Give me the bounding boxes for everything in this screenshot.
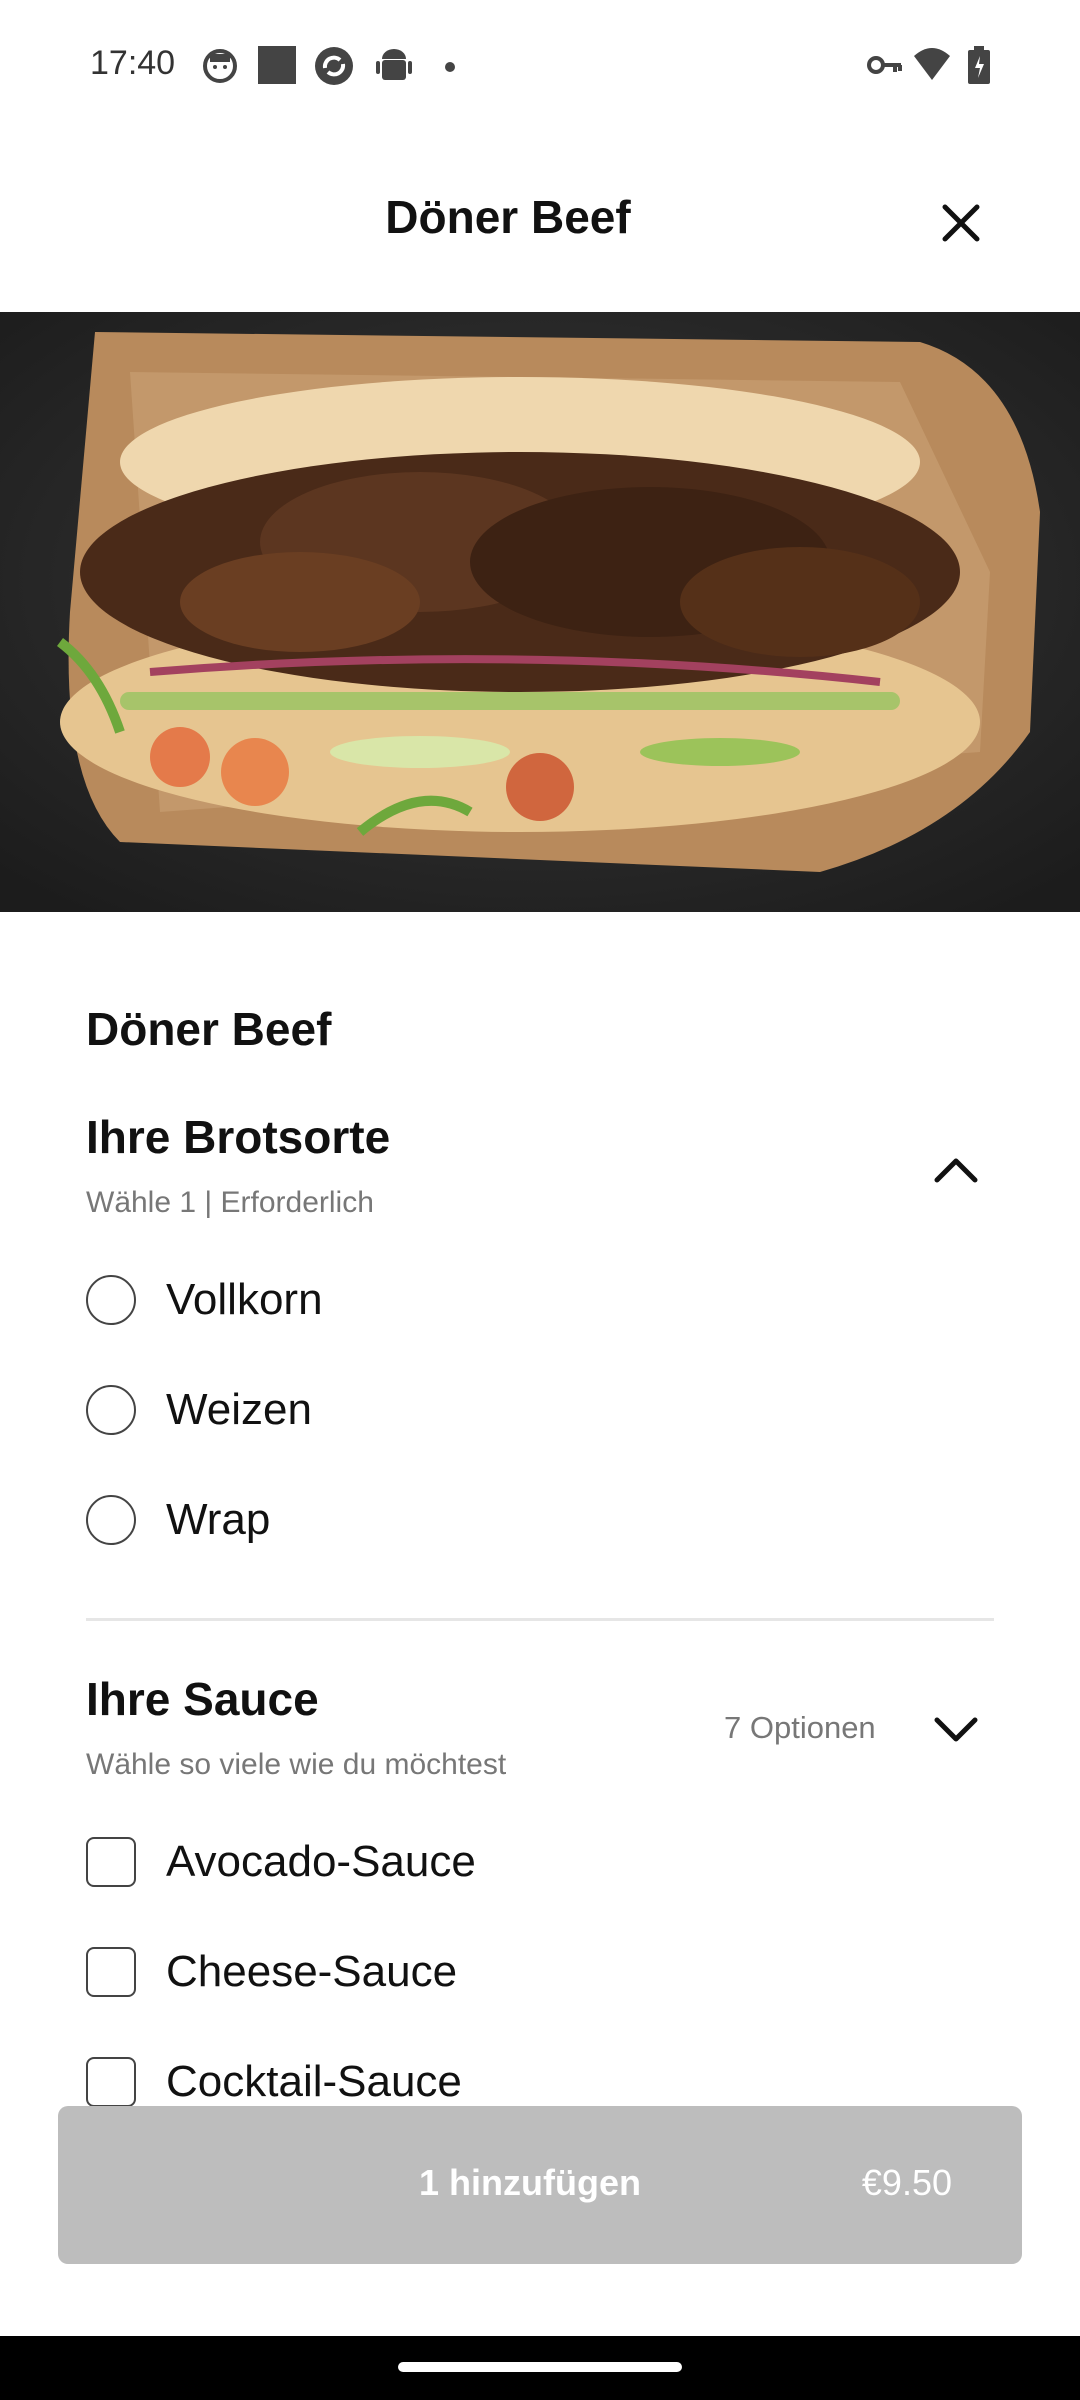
close-button[interactable] (930, 192, 992, 254)
square-icon (258, 46, 296, 84)
radio-button[interactable] (86, 1385, 136, 1435)
bread-section-collapse-toggle[interactable] (926, 1140, 986, 1200)
checkbox[interactable] (86, 1947, 136, 1997)
sauce-option-avocado[interactable]: Avocado-Sauce (86, 1832, 476, 1892)
status-time: 17:40 (90, 44, 176, 82)
key-icon (867, 56, 902, 74)
wifi-icon (914, 48, 950, 80)
android-icon (376, 49, 412, 80)
close-icon[interactable] (941, 203, 981, 243)
chevron-down-icon[interactable] (934, 1716, 978, 1744)
product-image (0, 312, 1080, 912)
add-button-label: 1 hinzufügen (419, 2162, 641, 2203)
sauce-option-cocktail[interactable]: Cocktail-Sauce (86, 2052, 462, 2112)
checkbox[interactable] (86, 1837, 136, 1887)
product-name: Döner Beef (86, 1003, 332, 1055)
bread-section-title: Ihre Brotsorte (86, 1111, 391, 1163)
sauce-section-title: Ihre Sauce (86, 1673, 319, 1725)
section-divider (86, 1618, 994, 1621)
sauce-option-cheese[interactable]: Cheese-Sauce (86, 1942, 457, 2002)
doner-sandwich-image (0, 312, 1080, 912)
sauce-options-count: 7 Optionen (724, 1710, 876, 1745)
add-to-cart-button[interactable]: 1 hinzufügen €9.50 (58, 2106, 1022, 2264)
home-gesture-handle[interactable] (398, 2362, 682, 2372)
bread-option-weizen[interactable]: Weizen (86, 1380, 312, 1440)
battery-charging-icon (968, 46, 990, 84)
sync-icon (315, 47, 353, 85)
option-label: Cocktail-Sauce (166, 2057, 462, 2106)
option-label: Vollkorn (166, 1275, 323, 1324)
chevron-up-icon[interactable] (934, 1156, 978, 1184)
radio-button[interactable] (86, 1495, 136, 1545)
option-label: Wrap (166, 1495, 271, 1544)
dot-icon (445, 62, 455, 72)
option-label: Weizen (166, 1385, 312, 1434)
sauce-section-expand-toggle[interactable] (926, 1700, 986, 1760)
option-label: Cheese-Sauce (166, 1947, 458, 1996)
option-label: Avocado-Sauce (166, 1837, 476, 1886)
add-button-price: €9.50 (861, 2162, 952, 2203)
bread-section-subtitle: Wähle 1 | Erforderlich (86, 1186, 374, 1219)
page-title: Döner Beef (385, 191, 631, 243)
face-icon (203, 49, 237, 83)
radio-button[interactable] (86, 1275, 136, 1325)
bread-option-vollkorn[interactable]: Vollkorn (86, 1270, 323, 1330)
bread-option-wrap[interactable]: Wrap (86, 1490, 270, 1550)
checkbox[interactable] (86, 2057, 136, 2107)
sauce-section-subtitle: Wähle so viele wie du möchtest (86, 1748, 507, 1781)
